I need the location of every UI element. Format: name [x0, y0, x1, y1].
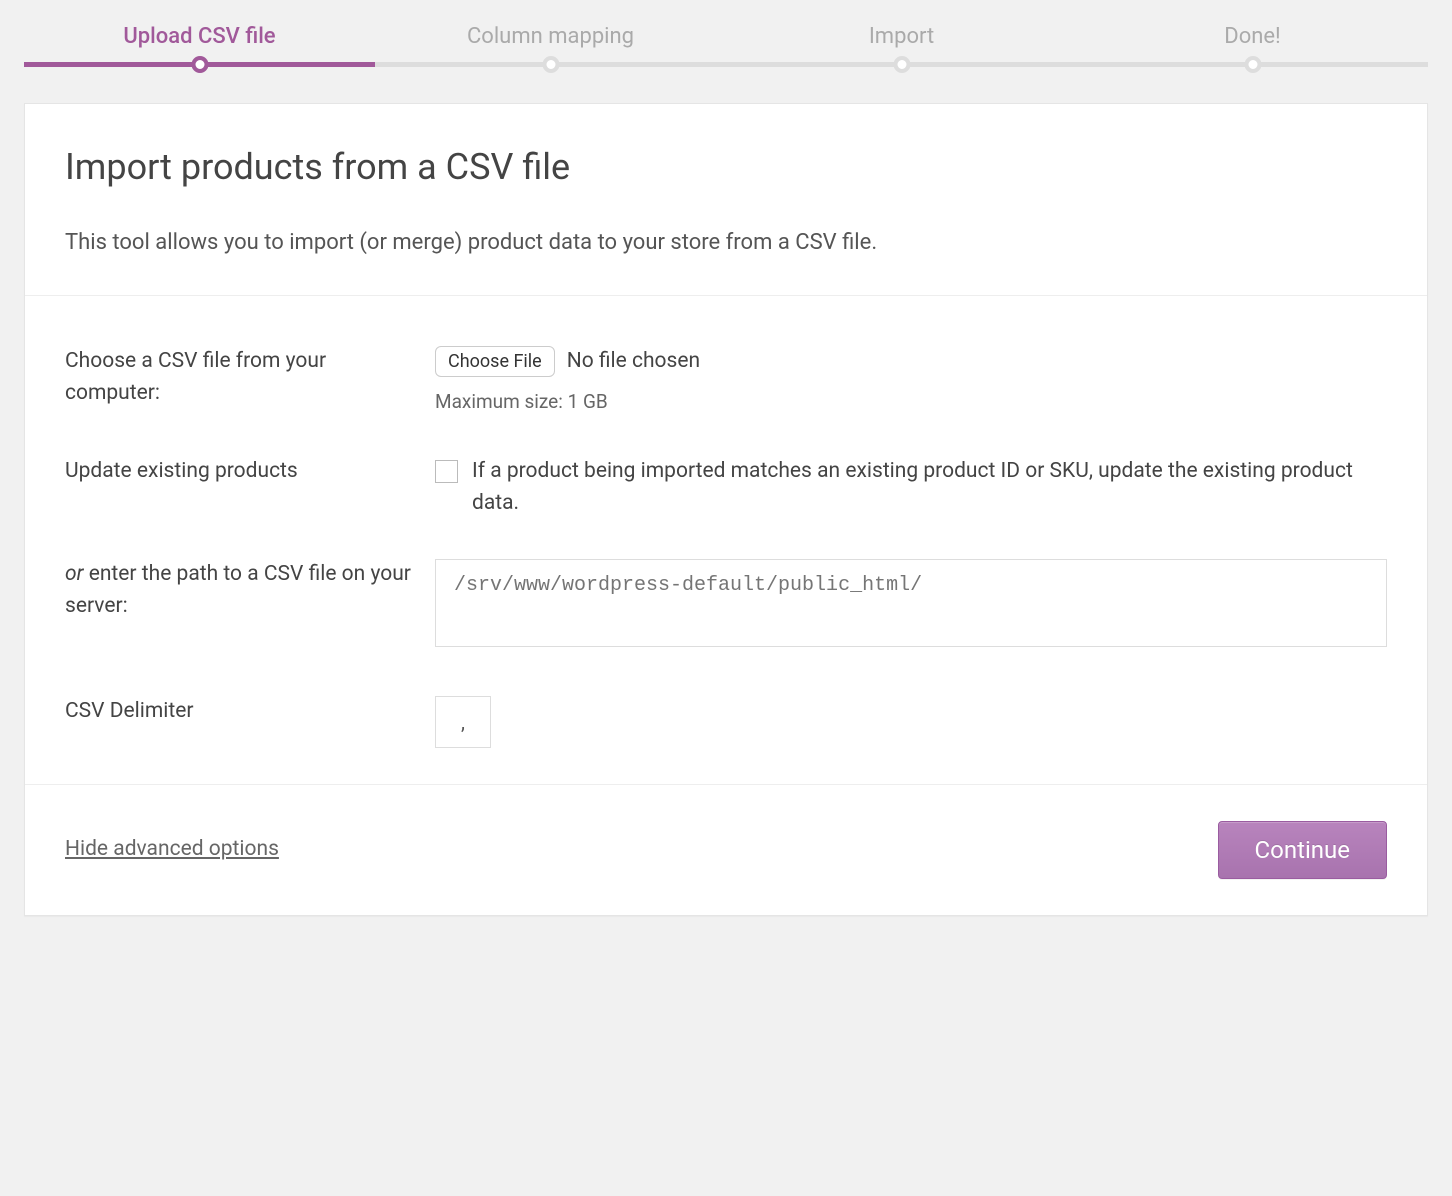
stepper: Upload CSV file Column mapping Import Do… — [24, 0, 1428, 103]
page-title: Import products from a CSV file — [65, 140, 1387, 194]
server-path-prefix: or — [65, 562, 89, 586]
import-card: Import products from a CSV file This too… — [24, 103, 1428, 916]
step-column-mapping[interactable]: Column mapping — [375, 20, 726, 53]
continue-button[interactable]: Continue — [1218, 821, 1387, 879]
update-existing-label: Update existing products — [65, 456, 435, 488]
step-circle-1 — [191, 56, 208, 73]
step-done[interactable]: Done! — [1077, 20, 1428, 53]
server-path-label-text: enter the path to a CSV file on your ser… — [65, 562, 411, 618]
csv-delimiter-input[interactable] — [435, 696, 491, 748]
step-circle-3 — [893, 56, 910, 73]
update-existing-description: If a product being imported matches an e… — [472, 456, 1387, 519]
step-circle-2 — [542, 56, 559, 73]
server-path-input[interactable] — [435, 559, 1387, 647]
max-size-hint: Maximum size: 1 GB — [435, 388, 1387, 417]
step-import[interactable]: Import — [726, 20, 1077, 53]
update-existing-checkbox[interactable] — [435, 460, 458, 483]
choose-file-label: Choose a CSV file from your computer: — [65, 346, 435, 409]
choose-file-button[interactable]: Choose File — [435, 346, 555, 377]
page-description: This tool allows you to import (or merge… — [65, 226, 1387, 259]
file-chosen-status: No file chosen — [567, 346, 700, 378]
server-path-label: or enter the path to a CSV file on your … — [65, 559, 435, 622]
csv-delimiter-label: CSV Delimiter — [65, 696, 435, 728]
step-circle-4 — [1244, 56, 1261, 73]
step-upload-csv[interactable]: Upload CSV file — [24, 20, 375, 53]
toggle-advanced-options-link[interactable]: Hide advanced options — [65, 834, 279, 866]
